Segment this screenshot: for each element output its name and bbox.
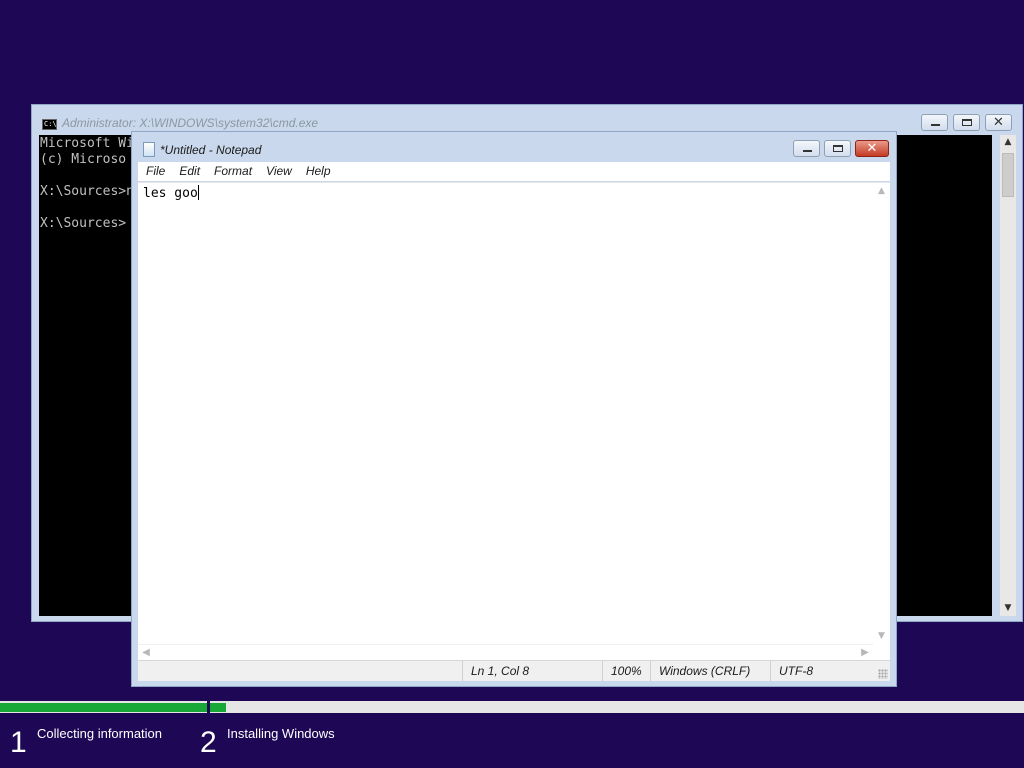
- cmd-minimize-button[interactable]: [921, 114, 948, 131]
- cmd-vertical-scrollbar[interactable]: ▲ ▼: [1000, 135, 1016, 616]
- status-encoding: UTF-8: [770, 661, 890, 681]
- notepad-menubar: File Edit Format View Help: [138, 162, 890, 181]
- notepad-close-button[interactable]: ✕: [855, 140, 889, 157]
- maximize-icon: [833, 145, 843, 152]
- setup-progress-bar: [0, 701, 1024, 713]
- notepad-horizontal-scrollbar[interactable]: ◀ ▶: [138, 644, 873, 661]
- cmd-line: (c) Microso: [40, 152, 127, 167]
- cmd-line: X:\Sources>n: [40, 184, 134, 199]
- cmd-window-title: Administrator: X:\WINDOWS\system32\cmd.e…: [62, 116, 319, 130]
- step-1-number: 1: [10, 726, 27, 759]
- cmd-line: X:\Sources>: [40, 216, 127, 231]
- notepad-text-area[interactable]: les goo ▲ ▼ ◀ ▶: [138, 182, 890, 661]
- resize-grip-icon[interactable]: [878, 669, 888, 679]
- status-cursor-position: Ln 1, Col 8: [462, 661, 602, 681]
- menu-file[interactable]: File: [146, 162, 165, 181]
- step-2-number: 2: [200, 726, 217, 759]
- progress-step1-fill: [0, 703, 207, 712]
- cmd-line: Microsoft Wi: [40, 136, 134, 151]
- scroll-down-arrow-icon[interactable]: ▼: [873, 628, 890, 644]
- menu-edit[interactable]: Edit: [179, 162, 200, 181]
- notepad-maximize-button[interactable]: [824, 140, 851, 157]
- menu-help[interactable]: Help: [306, 162, 331, 181]
- step-1-label: Collecting information: [37, 726, 163, 741]
- notepad-status-bar: Ln 1, Col 8 100% Windows (CRLF) UTF-8: [138, 660, 890, 681]
- notepad-titlebar[interactable]: *Untitled - Notepad ✕: [132, 132, 896, 162]
- cmd-app-icon: C:\: [42, 119, 57, 130]
- minimize-icon: [803, 150, 812, 152]
- text-caret: [197, 185, 199, 200]
- scroll-down-arrow-icon[interactable]: ▼: [1000, 601, 1016, 616]
- scroll-up-arrow-icon[interactable]: ▲: [873, 183, 890, 199]
- maximize-icon: [962, 119, 972, 126]
- cmd-maximize-button[interactable]: [953, 114, 980, 131]
- cmd-scroll-thumb[interactable]: [1002, 153, 1014, 197]
- status-line-endings: Windows (CRLF): [650, 661, 770, 681]
- notepad-window-title: *Untitled - Notepad: [160, 143, 262, 157]
- menu-view[interactable]: View: [266, 162, 292, 181]
- notepad-window[interactable]: *Untitled - Notepad ✕ File Edit Format V…: [131, 131, 897, 687]
- minimize-icon: [931, 124, 940, 126]
- scroll-left-arrow-icon[interactable]: ◀: [138, 645, 154, 661]
- notepad-app-icon: [143, 142, 155, 157]
- scroll-right-arrow-icon[interactable]: ▶: [857, 645, 873, 661]
- cmd-close-button[interactable]: ✕: [985, 114, 1012, 131]
- menu-format[interactable]: Format: [214, 162, 252, 181]
- close-icon: ✕: [866, 141, 878, 156]
- status-zoom: 100%: [602, 661, 650, 681]
- notepad-vertical-scrollbar[interactable]: ▲ ▼: [873, 183, 890, 644]
- step-2-label: Installing Windows: [227, 726, 335, 741]
- scroll-up-arrow-icon[interactable]: ▲: [1000, 135, 1016, 150]
- close-icon: ✕: [993, 115, 1004, 130]
- notepad-minimize-button[interactable]: [793, 140, 820, 157]
- progress-step2-fill: [210, 703, 226, 712]
- notepad-content: les goo: [143, 186, 198, 201]
